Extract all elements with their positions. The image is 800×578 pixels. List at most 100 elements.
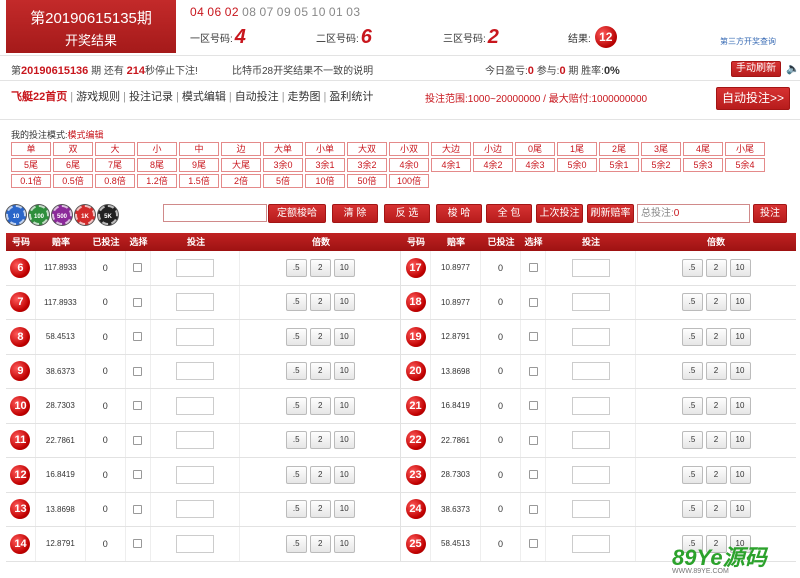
multiplier-button[interactable]: 2 xyxy=(309,327,331,346)
multiplier-button[interactable]: 10 xyxy=(729,258,751,277)
nav-item[interactable]: 飞艇22首页 xyxy=(11,91,67,103)
select-checkbox[interactable] xyxy=(133,401,143,411)
manual-refresh-button[interactable]: 手动刷新 xyxy=(731,61,781,77)
bet-amount-input[interactable] xyxy=(571,534,610,553)
mode-option[interactable]: 1.5倍 xyxy=(179,174,219,188)
multiplier-button[interactable]: 10 xyxy=(729,293,751,312)
mode-option[interactable]: 大尾 xyxy=(221,158,261,172)
select-checkbox[interactable] xyxy=(528,366,538,376)
mode-option[interactable]: 大双 xyxy=(347,142,387,156)
select-checkbox[interactable] xyxy=(528,504,538,514)
select-checkbox[interactable] xyxy=(528,435,538,445)
mode-option[interactable]: 小双 xyxy=(389,142,429,156)
mode-option[interactable]: 小尾 xyxy=(725,142,765,156)
multiplier-button[interactable]: 2 xyxy=(705,431,727,450)
bet-amount-input[interactable] xyxy=(176,465,215,484)
mode-option[interactable]: 0.5倍 xyxy=(53,174,93,188)
multiplier-button[interactable]: .5 xyxy=(285,327,307,346)
mode-option[interactable]: 0尾 xyxy=(515,142,555,156)
fixed-amount-input[interactable] xyxy=(163,204,267,222)
mode-option[interactable]: 2倍 xyxy=(221,174,261,188)
mode-option[interactable]: 边 xyxy=(221,142,261,156)
mode-option[interactable]: 3尾 xyxy=(641,142,681,156)
nav-item[interactable]: 游戏规则 xyxy=(76,91,120,103)
mode-option[interactable]: 单 xyxy=(11,142,51,156)
bet-amount-input[interactable] xyxy=(571,431,610,450)
multiplier-button[interactable]: 2 xyxy=(705,362,727,381)
select-checkbox[interactable] xyxy=(133,539,143,549)
allin-button[interactable]: 梭 哈 xyxy=(436,204,482,223)
nav-item[interactable]: 自动投注 xyxy=(235,91,279,103)
clear-button[interactable]: 清 除 xyxy=(332,204,378,223)
multiplier-button[interactable]: .5 xyxy=(285,396,307,415)
multiplier-button[interactable]: 2 xyxy=(705,327,727,346)
nav-item[interactable]: 盈利统计 xyxy=(329,91,373,103)
multiplier-button[interactable]: .5 xyxy=(285,293,307,312)
multiplier-button[interactable]: 2 xyxy=(309,431,331,450)
mode-option[interactable]: 双 xyxy=(53,142,93,156)
notice-link[interactable]: 比特币28开奖结果不一致的说明 xyxy=(232,62,373,77)
mode-option[interactable]: 5余2 xyxy=(641,158,681,172)
mode-option[interactable]: 7尾 xyxy=(95,158,135,172)
chip-500[interactable]: 500 xyxy=(52,205,72,225)
chip-5K[interactable]: 5K xyxy=(98,205,118,225)
mode-option[interactable]: 10倍 xyxy=(305,174,345,188)
multiplier-button[interactable]: 2 xyxy=(309,534,331,553)
multiplier-button[interactable]: .5 xyxy=(681,327,703,346)
bet-amount-input[interactable] xyxy=(176,534,215,553)
multiplier-button[interactable]: 2 xyxy=(705,258,727,277)
mode-option[interactable]: 4余2 xyxy=(473,158,513,172)
submit-bet-button[interactable]: 投注 xyxy=(753,204,787,223)
multiplier-button[interactable]: .5 xyxy=(681,396,703,415)
bet-amount-input[interactable] xyxy=(571,327,610,346)
multiplier-button[interactable]: 2 xyxy=(705,396,727,415)
multiplier-button[interactable]: 10 xyxy=(729,396,751,415)
mode-option[interactable]: 0.1倍 xyxy=(11,174,51,188)
mode-option[interactable]: 大边 xyxy=(431,142,471,156)
mode-option[interactable]: 1尾 xyxy=(557,142,597,156)
mode-option[interactable]: 2尾 xyxy=(599,142,639,156)
bet-amount-input[interactable] xyxy=(571,396,610,415)
speaker-icon[interactable]: 🔈 xyxy=(786,62,800,75)
multiplier-button[interactable]: .5 xyxy=(681,258,703,277)
mode-option[interactable]: 0.8倍 xyxy=(95,174,135,188)
auto-bet-button[interactable]: 自动投注>> xyxy=(716,87,790,110)
select-checkbox[interactable] xyxy=(528,297,538,307)
bet-amount-input[interactable] xyxy=(176,500,215,519)
mode-option[interactable]: 5倍 xyxy=(263,174,303,188)
cover-all-button[interactable]: 全 包 xyxy=(486,204,532,223)
mode-option[interactable]: 4余0 xyxy=(389,158,429,172)
invert-button[interactable]: 反 选 xyxy=(384,204,430,223)
multiplier-button[interactable]: 2 xyxy=(309,396,331,415)
multiplier-button[interactable]: .5 xyxy=(285,258,307,277)
multiplier-button[interactable]: 2 xyxy=(309,500,331,519)
mode-option[interactable]: 8尾 xyxy=(137,158,177,172)
multiplier-button[interactable]: 10 xyxy=(729,431,751,450)
mode-option[interactable]: 1.2倍 xyxy=(137,174,177,188)
mode-option[interactable]: 小边 xyxy=(473,142,513,156)
multiplier-button[interactable]: 10 xyxy=(333,534,355,553)
mode-option[interactable]: 5余4 xyxy=(725,158,765,172)
mode-edit-link[interactable]: 模式编辑 xyxy=(68,130,104,140)
mode-option[interactable]: 小单 xyxy=(305,142,345,156)
bet-amount-input[interactable] xyxy=(176,396,215,415)
select-checkbox[interactable] xyxy=(133,263,143,273)
multiplier-button[interactable]: .5 xyxy=(681,500,703,519)
select-checkbox[interactable] xyxy=(133,332,143,342)
mode-option[interactable]: 100倍 xyxy=(389,174,429,188)
select-checkbox[interactable] xyxy=(133,297,143,307)
multiplier-button[interactable]: 2 xyxy=(309,293,331,312)
select-checkbox[interactable] xyxy=(133,504,143,514)
multiplier-button[interactable]: 10 xyxy=(333,465,355,484)
select-checkbox[interactable] xyxy=(528,332,538,342)
mode-option[interactable]: 4余3 xyxy=(515,158,555,172)
chip-10[interactable]: 10 xyxy=(6,205,26,225)
bet-amount-input[interactable] xyxy=(571,362,610,381)
select-checkbox[interactable] xyxy=(528,470,538,480)
third-party-link[interactable]: 第三方开奖查询 xyxy=(720,36,776,47)
multiplier-button[interactable]: .5 xyxy=(285,534,307,553)
multiplier-button[interactable]: 2 xyxy=(705,293,727,312)
refresh-odds-button[interactable]: 刷新赔率 xyxy=(587,204,634,223)
bet-amount-input[interactable] xyxy=(571,500,610,519)
mode-option[interactable]: 3余0 xyxy=(263,158,303,172)
